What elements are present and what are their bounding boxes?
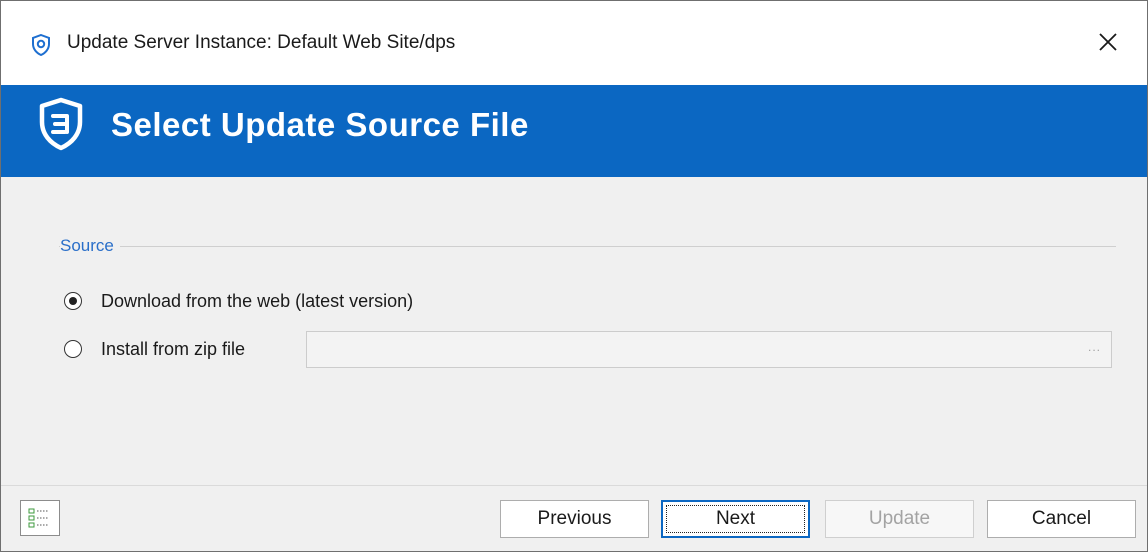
radio-install-from-zip[interactable]: Install from zip file [64, 335, 245, 363]
cancel-button[interactable]: Cancel [987, 500, 1136, 538]
update-button: Update [825, 500, 974, 538]
footer-divider [1, 485, 1147, 486]
shield-icon [31, 33, 51, 57]
close-button[interactable] [1079, 21, 1137, 67]
radio-download-from-web[interactable]: Download from the web (latest version) [64, 287, 413, 315]
page-title: Select Update Source File [111, 106, 529, 143]
window-title: Update Server Instance: Default Web Site… [67, 32, 456, 53]
header-banner: Select Update Source File [1, 85, 1147, 177]
next-button[interactable]: Next [661, 500, 810, 538]
shield-logo-icon [38, 97, 84, 152]
checklist-icon [21, 508, 59, 539]
radio-label-download: Download from the web (latest version) [101, 290, 414, 311]
group-divider [59, 246, 1116, 247]
radio-label-zip: Install from zip file [101, 338, 246, 359]
close-icon [1098, 32, 1118, 57]
radio-button-selected[interactable] [64, 292, 82, 310]
focus-rectangle [666, 505, 805, 533]
zip-file-path-field[interactable]: ... [306, 331, 1112, 368]
source-group-label: Source [60, 236, 120, 256]
checklist-button[interactable] [20, 500, 60, 536]
radio-button-unselected[interactable] [64, 340, 82, 358]
previous-button[interactable]: Previous [500, 500, 649, 538]
browse-ellipsis-button[interactable]: ... [1088, 340, 1101, 354]
update-server-instance-dialog: Update Server Instance: Default Web Site… [0, 0, 1148, 552]
title-bar: Update Server Instance: Default Web Site… [1, 1, 1147, 85]
